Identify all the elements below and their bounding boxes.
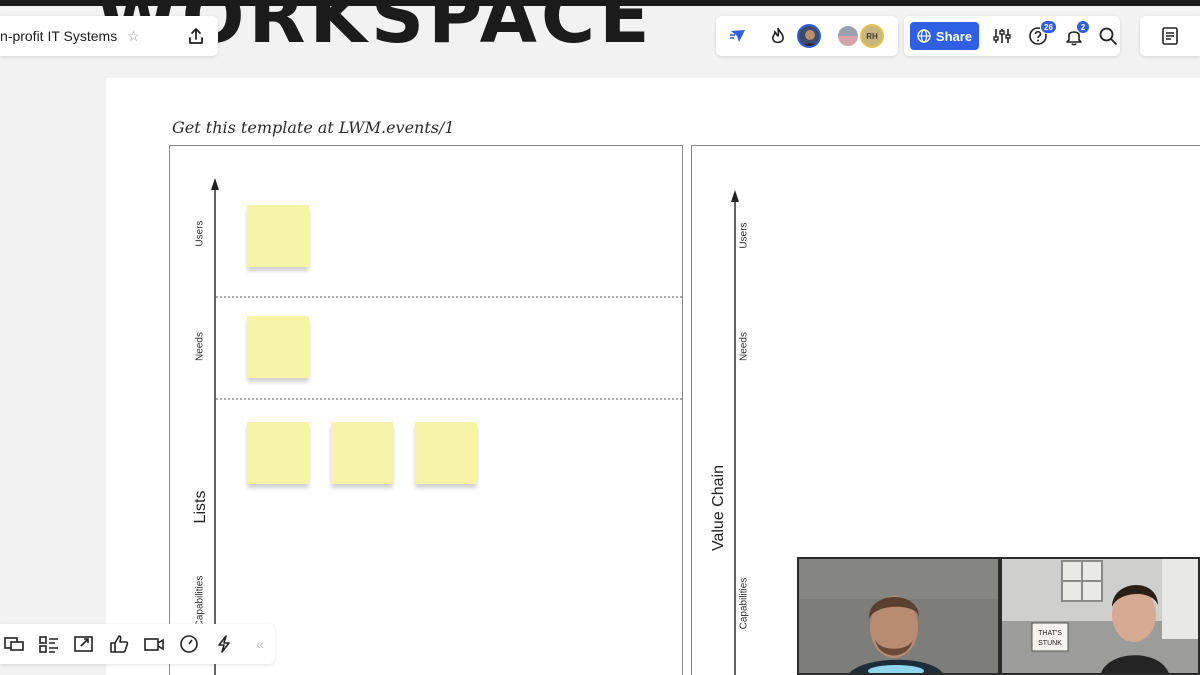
globe-icon (917, 29, 931, 43)
avatar[interactable] (797, 24, 821, 48)
video-tile-participant-1[interactable] (797, 557, 1000, 675)
collaboration-toolbar: RH (716, 16, 898, 56)
help-badge: 26 (1040, 20, 1057, 34)
cursor-follow-icon[interactable] (728, 26, 748, 46)
layout-icon[interactable] (38, 634, 60, 654)
tools-toolbar: Share 26 2 (904, 16, 1120, 56)
sticky-note[interactable] (247, 205, 309, 267)
notes-icon[interactable] (1140, 16, 1200, 56)
search-icon[interactable] (1098, 26, 1118, 46)
video-tile-participant-2[interactable]: THAT'S STUNK (1000, 557, 1200, 675)
timer-icon[interactable] (178, 634, 200, 654)
lane-label-capabilities: Capabilities (738, 577, 750, 630)
export-icon[interactable] (176, 16, 216, 56)
share-label: Share (935, 28, 973, 44)
flame-icon[interactable] (768, 26, 788, 46)
lane-label-needs: Needs (194, 332, 206, 361)
avatar-initials: RH (866, 31, 878, 41)
settings-sliders-icon[interactable] (992, 26, 1012, 46)
lane-label-needs: Needs (738, 332, 750, 361)
lightning-icon[interactable] (213, 634, 235, 654)
svg-text:THAT'S: THAT'S (1038, 630, 1062, 637)
lane-label-users: Users (194, 220, 206, 247)
share-button[interactable]: Share (910, 22, 979, 50)
bottom-toolbar: « (0, 624, 275, 664)
lane-label-users: Users (738, 222, 750, 249)
whiteboard-app: WORKSPACE n-profit IT Systems ☆ RH Share (0, 0, 1200, 675)
video-icon[interactable] (143, 634, 165, 654)
notification-badge: 2 (1076, 20, 1090, 34)
avatar[interactable]: RH (860, 24, 884, 48)
star-icon[interactable]: ☆ (127, 28, 140, 45)
reaction-icon[interactable] (108, 634, 130, 654)
sticky-note[interactable] (247, 316, 309, 378)
frames-icon[interactable] (3, 634, 25, 654)
sticky-note[interactable] (247, 422, 309, 484)
svg-text:STUNK: STUNK (1038, 640, 1062, 647)
avatar[interactable] (836, 24, 860, 48)
participant-video: THAT'S STUNK (1002, 559, 1198, 673)
frame-title-value-chain: Value Chain (710, 465, 727, 551)
collapse-icon[interactable]: « (250, 634, 270, 654)
sticky-note[interactable] (415, 422, 477, 484)
template-link-text[interactable]: Get this template at LWM.events/1 (172, 118, 455, 137)
board-title[interactable]: n-profit IT Systems (0, 28, 117, 44)
participant-video (799, 559, 998, 673)
sticky-note[interactable] (331, 422, 393, 484)
share-screen-icon[interactable] (73, 634, 95, 654)
frame-title-lists: Lists (192, 490, 209, 524)
